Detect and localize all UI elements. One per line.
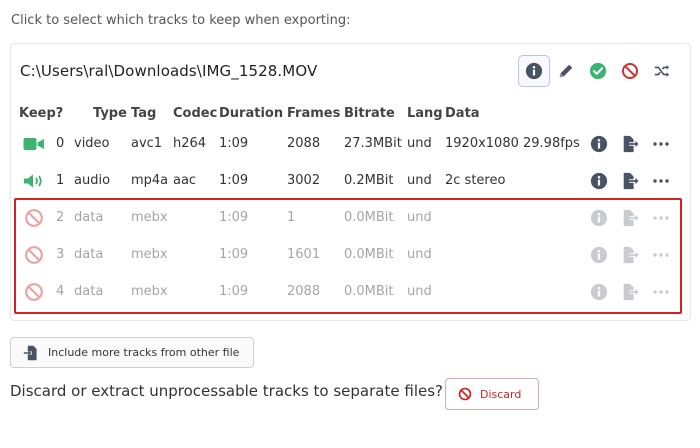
discard-button[interactable]: Discard [445, 378, 539, 410]
track-data: 2c stereo [445, 173, 506, 188]
track-frames: 2088 [287, 136, 321, 151]
track-more-button[interactable] [651, 162, 671, 199]
col-header-bitrate: Bitrate [344, 106, 395, 121]
track-more-button[interactable] [651, 125, 671, 162]
track-frames: 3002 [287, 173, 321, 188]
file-export-icon [623, 135, 639, 152]
more-icon [653, 178, 669, 183]
track-lang: und [407, 136, 432, 151]
track-codec: aac [173, 173, 197, 188]
discard-button-label: Discard [480, 387, 522, 401]
keep-all-button[interactable] [582, 55, 614, 87]
track-bitrate: 0.2MBit [344, 173, 394, 188]
shuffle-icon [654, 65, 670, 77]
col-header-codec: Codec [173, 106, 218, 121]
track-codec: h264 [173, 136, 207, 151]
col-header-keep: Keep? [19, 106, 64, 121]
include-more-tracks-label: Include more tracks from other file [48, 346, 240, 359]
col-header-lang: Lang [407, 106, 443, 121]
highlight-box [14, 198, 682, 314]
file-info-button[interactable] [518, 55, 550, 87]
ban-icon [621, 62, 639, 80]
extract-track-button[interactable] [620, 125, 640, 162]
include-more-tracks-button[interactable]: Include more tracks from other file [10, 337, 254, 368]
track-lang: und [407, 173, 432, 188]
volume-icon [24, 174, 42, 187]
extract-track-button[interactable] [620, 162, 640, 199]
track-row: 0 video avc1 h264 1:09 2088 27.3MBit und… [11, 125, 692, 162]
track-bitrate: 27.3MBit [344, 136, 402, 151]
track-row: 1 audio mp4a aac 1:09 3002 0.2MBit und 2… [11, 162, 692, 199]
col-header-frames: Frames [287, 106, 341, 121]
file-import-icon [23, 345, 37, 360]
track-data: 1920x1080 29.98fps [445, 136, 580, 151]
edit-file-button[interactable] [550, 55, 582, 87]
keep-toggle[interactable] [22, 125, 46, 162]
file-actions [518, 55, 678, 87]
video-camera-icon [23, 137, 44, 150]
check-circle-icon [589, 62, 607, 80]
file-export-icon [623, 172, 639, 189]
track-duration: 1:09 [219, 173, 249, 188]
track-type: audio [74, 173, 111, 188]
ban-icon [458, 387, 472, 401]
keep-toggle[interactable] [22, 162, 46, 199]
track-tag: avc1 [131, 136, 163, 151]
info-icon [590, 135, 608, 152]
track-duration: 1:09 [219, 136, 249, 151]
info-icon [590, 172, 608, 189]
col-header-data: Data [445, 106, 480, 121]
track-tag: mp4a [131, 173, 169, 188]
instructions-text: Click to select which tracks to keep whe… [11, 13, 351, 28]
track-index: 0 [56, 136, 65, 151]
col-header-duration: Duration [219, 106, 284, 121]
col-header-type: Type [93, 106, 127, 121]
pencil-icon [559, 64, 573, 78]
track-info-button[interactable] [589, 125, 609, 162]
file-path: C:\Users\ral\Downloads\IMG_1528.MOV [20, 62, 318, 80]
track-type: video [74, 136, 110, 151]
discard-all-button[interactable] [614, 55, 646, 87]
discard-question: Discard or extract unprocessable tracks … [10, 382, 443, 400]
track-index: 1 [56, 173, 65, 188]
track-info-button[interactable] [589, 162, 609, 199]
invert-selection-button[interactable] [646, 55, 678, 87]
more-icon [653, 141, 669, 146]
info-icon [525, 62, 543, 80]
col-header-tag: Tag [131, 106, 157, 121]
